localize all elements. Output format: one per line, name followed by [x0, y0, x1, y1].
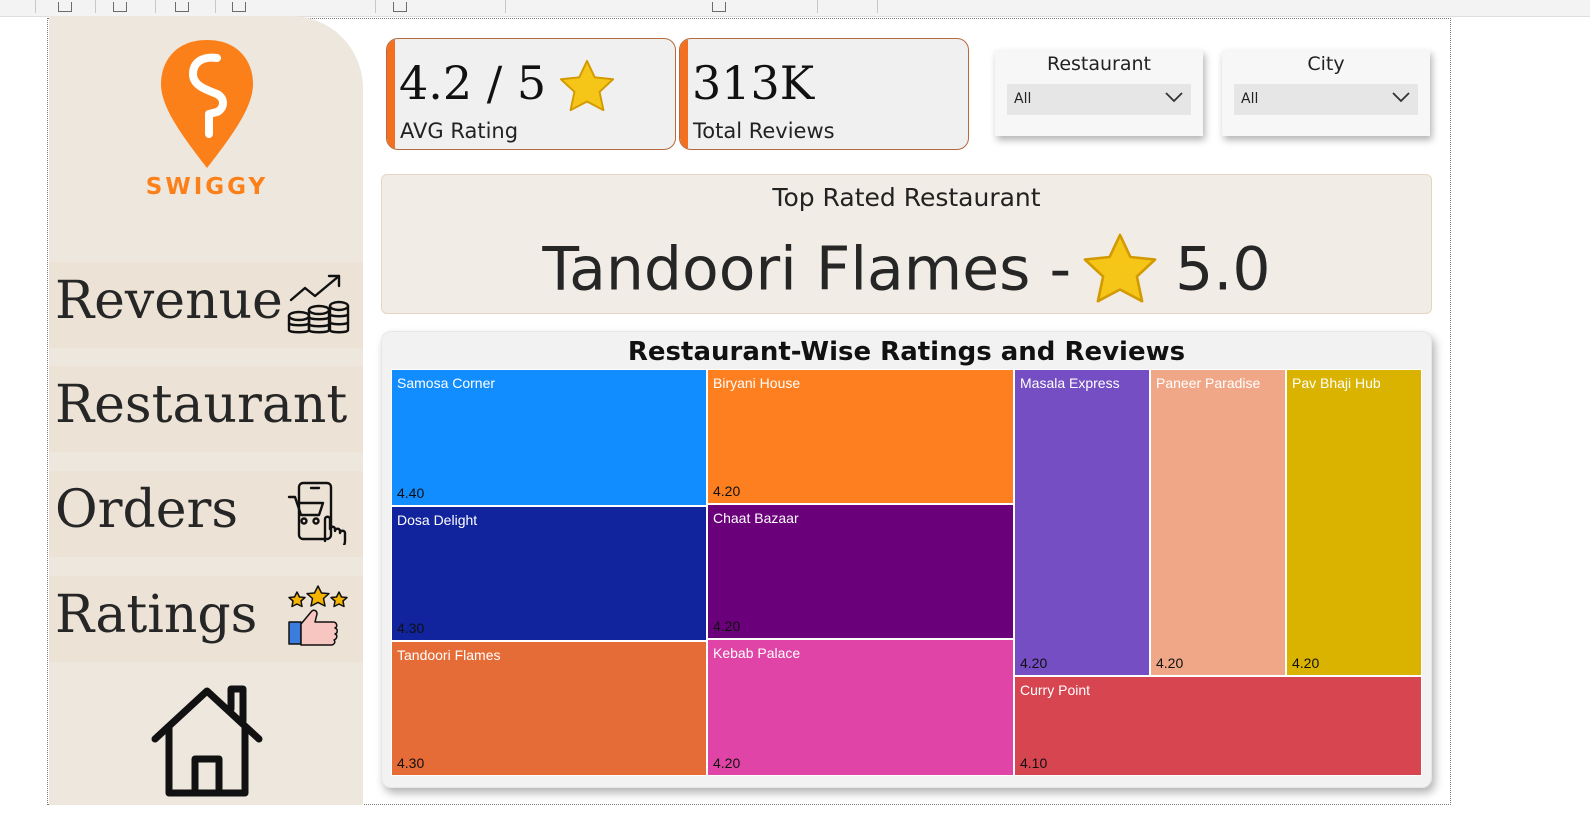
- restaurant-dropdown-value: All: [1014, 91, 1032, 107]
- toolbar-divider: [817, 0, 818, 13]
- treemap-cell-label: Kebab Palace: [713, 645, 801, 661]
- treemap-cell-value: 4.20: [713, 755, 741, 771]
- kpi-accent-bar: [387, 39, 395, 149]
- app-toolbar: [0, 0, 1590, 17]
- treemap-cell-value: 4.20: [1292, 655, 1320, 671]
- ratings-treemap-panel: Restaurant-Wise Ratings and Reviews Samo…: [381, 331, 1432, 788]
- treemap-cell-label: Paneer Paradise: [1156, 375, 1261, 391]
- treemap-cell-label: Curry Point: [1020, 682, 1091, 698]
- treemap-cell[interactable]: Dosa Delight 4.30: [391, 506, 707, 641]
- total-reviews-value: 313K: [692, 56, 815, 110]
- nav-restaurant-label: Restaurant: [55, 375, 348, 435]
- top-rated-title: Top Rated Restaurant: [772, 183, 1041, 212]
- avg-rating-card: 4.2 / 5 AVG Rating: [386, 38, 676, 150]
- home-icon[interactable]: [149, 683, 265, 799]
- toolbar-divider: [35, 0, 36, 13]
- nav-ratings-button[interactable]: Ratings: [49, 576, 363, 662]
- top-rated-card: Top Rated Restaurant Tandoori Flames - 5…: [381, 174, 1432, 314]
- treemap-cell-label: Dosa Delight: [397, 512, 478, 528]
- treemap-cell[interactable]: Samosa Corner 4.40: [391, 369, 707, 506]
- treemap-title: Restaurant-Wise Ratings and Reviews: [627, 337, 1186, 367]
- toolbar-divider: [215, 0, 216, 13]
- city-slicer-title: City: [1307, 53, 1345, 75]
- treemap-cell-value: 4.10: [1020, 755, 1048, 771]
- toolbar-divider: [155, 0, 156, 13]
- treemap-cell[interactable]: Curry Point 4.10: [1014, 676, 1422, 776]
- city-dropdown[interactable]: All: [1234, 84, 1418, 115]
- treemap-cell-label: Pav Bhaji Hub: [1292, 375, 1381, 391]
- treemap-cell-value: 4.20: [713, 618, 741, 634]
- treemap-cell[interactable]: Biryani House 4.20: [707, 369, 1014, 504]
- kpi-accent-bar: [680, 39, 688, 149]
- treemap-cell[interactable]: Pav Bhaji Hub 4.20: [1286, 369, 1422, 676]
- treemap-cell[interactable]: Kebab Palace 4.20: [707, 639, 1014, 776]
- refresh-icon[interactable]: [58, 2, 72, 12]
- city-dropdown-value: All: [1241, 91, 1259, 107]
- treemap-cell-value: 4.40: [397, 485, 425, 501]
- total-reviews-card: 313K Total Reviews: [679, 38, 969, 150]
- ratings-thumbs-up-icon: [288, 585, 348, 646]
- nav-orders-button[interactable]: Orders: [49, 471, 363, 557]
- mobile-order-icon: [287, 481, 347, 545]
- star-icon: [560, 59, 615, 112]
- window-icon[interactable]: [175, 2, 189, 12]
- treemap-cell[interactable]: Paneer Paradise 4.20: [1150, 369, 1286, 676]
- chevron-down-icon: [1392, 92, 1410, 103]
- avg-rating-number: 4.2 / 5: [399, 56, 547, 110]
- total-reviews-label: Total Reviews: [693, 119, 835, 143]
- treemap-cell-label: Tandoori Flames: [397, 647, 501, 663]
- restaurant-slicer: Restaurant All: [995, 50, 1203, 136]
- table-icon[interactable]: [113, 2, 127, 12]
- treemap-cell-value: 4.30: [397, 755, 425, 771]
- treemap-cell-value: 4.20: [1156, 655, 1184, 671]
- treemap-area: Samosa Corner 4.40 Dosa Delight 4.30 Tandoor…: [391, 369, 1422, 778]
- treemap-cell-value: 4.20: [1020, 655, 1048, 671]
- revenue-coins-icon: [287, 274, 350, 334]
- document-icon[interactable]: [232, 2, 246, 12]
- swiggy-logo: SWIGGY: [107, 22, 307, 212]
- nav-ratings-label: Ratings: [55, 585, 258, 645]
- toolbar-divider: [95, 0, 96, 13]
- nav-revenue-label: Revenue: [55, 271, 283, 331]
- avg-rating-value: 4.2 / 5: [399, 53, 616, 116]
- treemap-cell-label: Biryani House: [713, 375, 801, 391]
- restaurant-slicer-title: Restaurant: [1046, 53, 1152, 75]
- toolbar-divider: [375, 0, 376, 13]
- top-rated-name: Tandoori Flames -: [542, 234, 1072, 305]
- swiggy-logo-icon: [161, 40, 253, 168]
- nav-restaurant-button[interactable]: Restaurant: [49, 366, 363, 452]
- treemap-cell-value: 4.20: [713, 483, 741, 499]
- treemap-cell-label: Samosa Corner: [397, 375, 496, 391]
- top-rated-score: 5.0: [1175, 234, 1271, 305]
- treemap-cell[interactable]: Tandoori Flames 4.30: [391, 641, 707, 776]
- treemap-cell-label: Masala Express: [1020, 375, 1120, 391]
- toolbar-divider: [505, 0, 506, 13]
- treemap-cell-label: Chaat Bazaar: [713, 510, 799, 526]
- treemap-cell[interactable]: Chaat Bazaar 4.20: [707, 504, 1014, 639]
- treemap-cell-value: 4.30: [397, 620, 425, 636]
- city-slicer: City All: [1222, 50, 1430, 136]
- avg-rating-label: AVG Rating: [400, 119, 519, 143]
- chevron-down-icon: [1165, 92, 1183, 103]
- nav-revenue-button[interactable]: Revenue: [49, 262, 363, 348]
- top-rated-line: Tandoori Flames - 5.0: [382, 231, 1431, 315]
- nav-orders-label: Orders: [55, 480, 239, 540]
- comment-icon[interactable]: [393, 2, 407, 12]
- treemap-cell[interactable]: Masala Express 4.20: [1014, 369, 1150, 676]
- restaurant-dropdown[interactable]: All: [1007, 84, 1191, 115]
- brand-name: SWIGGY: [145, 174, 269, 200]
- toolbar-divider: [877, 0, 878, 13]
- chart-icon[interactable]: [712, 2, 726, 12]
- star-icon: [1083, 233, 1157, 303]
